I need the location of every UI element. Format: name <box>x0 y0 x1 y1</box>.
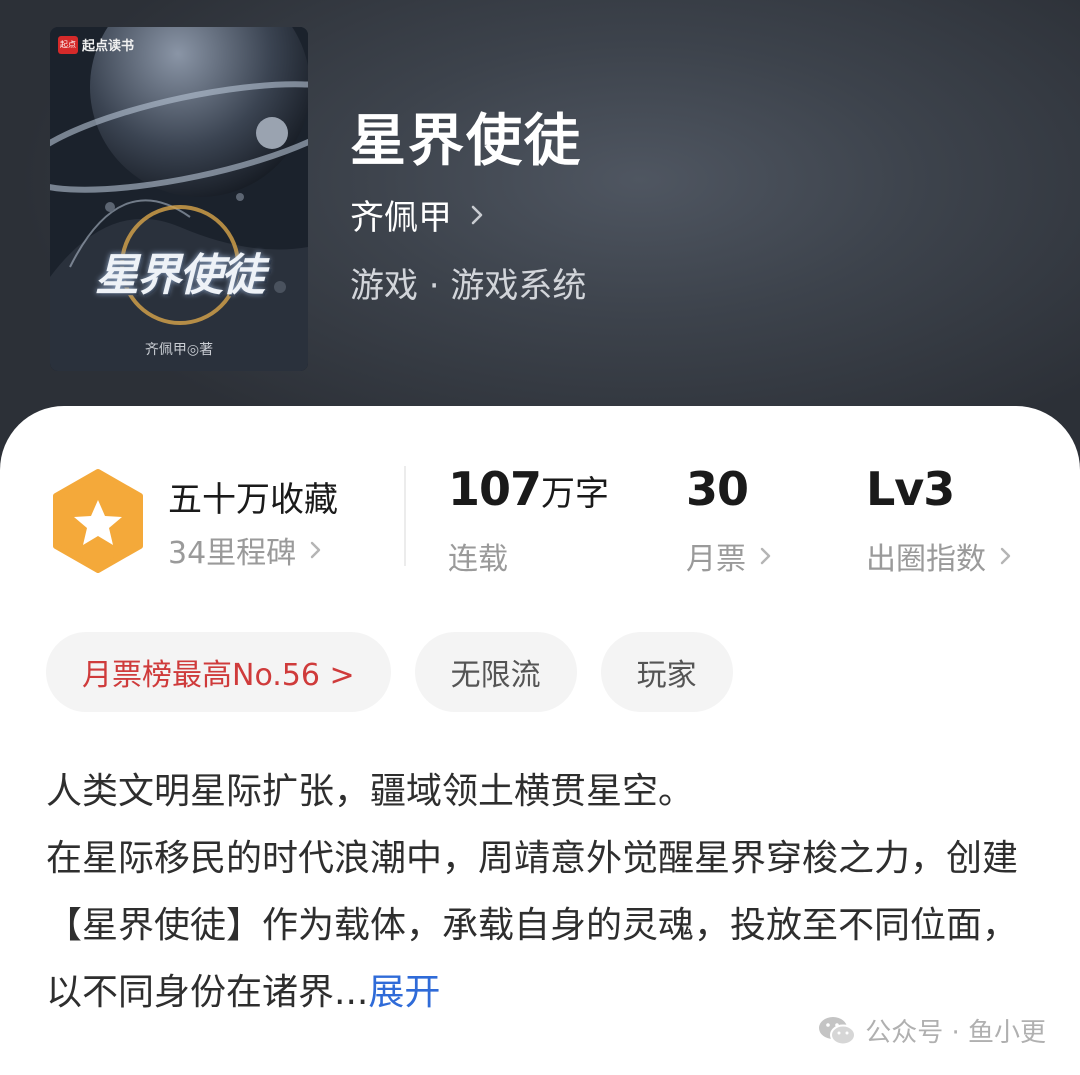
cover-author-line: 齐佩甲◎著 <box>144 342 214 358</box>
influence-link[interactable]: 出圈指数 <box>866 534 1014 578</box>
expand-link[interactable]: 展开 <box>368 972 440 1013</box>
synopsis-text: 在星际移民的时代浪潮中，周靖意外觉醒星界穿梭之力，创建【星界使徒】作为载体，承载… <box>46 838 1019 1013</box>
word-count: 107万字 <box>448 462 609 516</box>
milestone-badge-icon <box>53 469 143 573</box>
book-synopsis[interactable]: 人类文明星际扩张，疆域领土横贯星空。 在星际移民的时代浪潮中，周靖意外觉醒星界穿… <box>46 758 1046 1026</box>
stats-divider <box>404 466 406 566</box>
book-genre: 游戏 · 游戏系统 <box>350 266 587 306</box>
monthly-votes-link[interactable]: 月票 <box>686 534 774 578</box>
cover-title-art: 星界使徒 <box>95 250 265 301</box>
book-header: 起点 起点读书 星界使徒 齐佩甲◎著 星界使徒 齐佩甲 游戏 · 游戏系统 <box>0 0 1080 470</box>
book-cover[interactable]: 起点 起点读书 星界使徒 齐佩甲◎著 <box>50 27 308 371</box>
synopsis-body: 在星际移民的时代浪潮中，周靖意外觉醒星界穿梭之力，创建【星界使徒】作为载体，承载… <box>46 825 1046 1026</box>
wechat-watermark: 公众号 · 鱼小更 <box>817 1012 1046 1049</box>
monthly-votes-count: 30 <box>686 462 749 516</box>
chevron-right-icon <box>1000 547 1011 565</box>
author-name: 齐佩甲 <box>350 198 452 238</box>
milestone-text: 34里程碑 <box>168 536 297 571</box>
chevron-right-icon <box>760 547 771 565</box>
chevron-right-icon <box>310 541 321 559</box>
serial-status: 连载 <box>448 542 508 577</box>
influence-label: 出圈指数 <box>866 542 986 577</box>
author-link[interactable]: 齐佩甲 <box>350 190 488 239</box>
tag-infinite-flow[interactable]: 无限流 <box>414 632 577 712</box>
watermark-text: 公众号 · 鱼小更 <box>865 1018 1046 1048</box>
synopsis-line: 人类文明星际扩张，疆域领土横贯星空。 <box>46 771 695 812</box>
tag-list: 月票榜最高No.56 > 无限流 玩家 <box>46 632 733 712</box>
publisher-logo-box: 起点 <box>58 35 78 54</box>
chevron-right-icon <box>471 205 483 224</box>
influence-level: Lv3 <box>866 462 955 516</box>
word-count-unit: 万字 <box>541 474 610 514</box>
tag-player[interactable]: 玩家 <box>600 632 733 712</box>
monthly-votes-label: 月票 <box>686 542 746 577</box>
cover-art <box>50 27 308 371</box>
influence-value: Lv3 <box>866 462 955 516</box>
word-count-number: 107 <box>448 462 542 516</box>
tag-monthly-rank[interactable]: 月票榜最高No.56 > <box>46 632 391 712</box>
milestone-link[interactable]: 34里程碑 <box>168 528 324 572</box>
wechat-icon <box>819 1016 857 1045</box>
book-title: 星界使徒 <box>350 108 582 174</box>
collection-count: 五十万收藏 <box>168 480 338 520</box>
stats-row: 五十万收藏 34里程碑 107万字 连载 30 月票 Lv3 出圈指数 <box>0 458 1080 588</box>
monthly-votes-value: 30 <box>686 462 749 516</box>
cover-publisher-logo: 起点 起点读书 <box>58 35 134 54</box>
publisher-logo-text: 起点读书 <box>82 39 135 54</box>
